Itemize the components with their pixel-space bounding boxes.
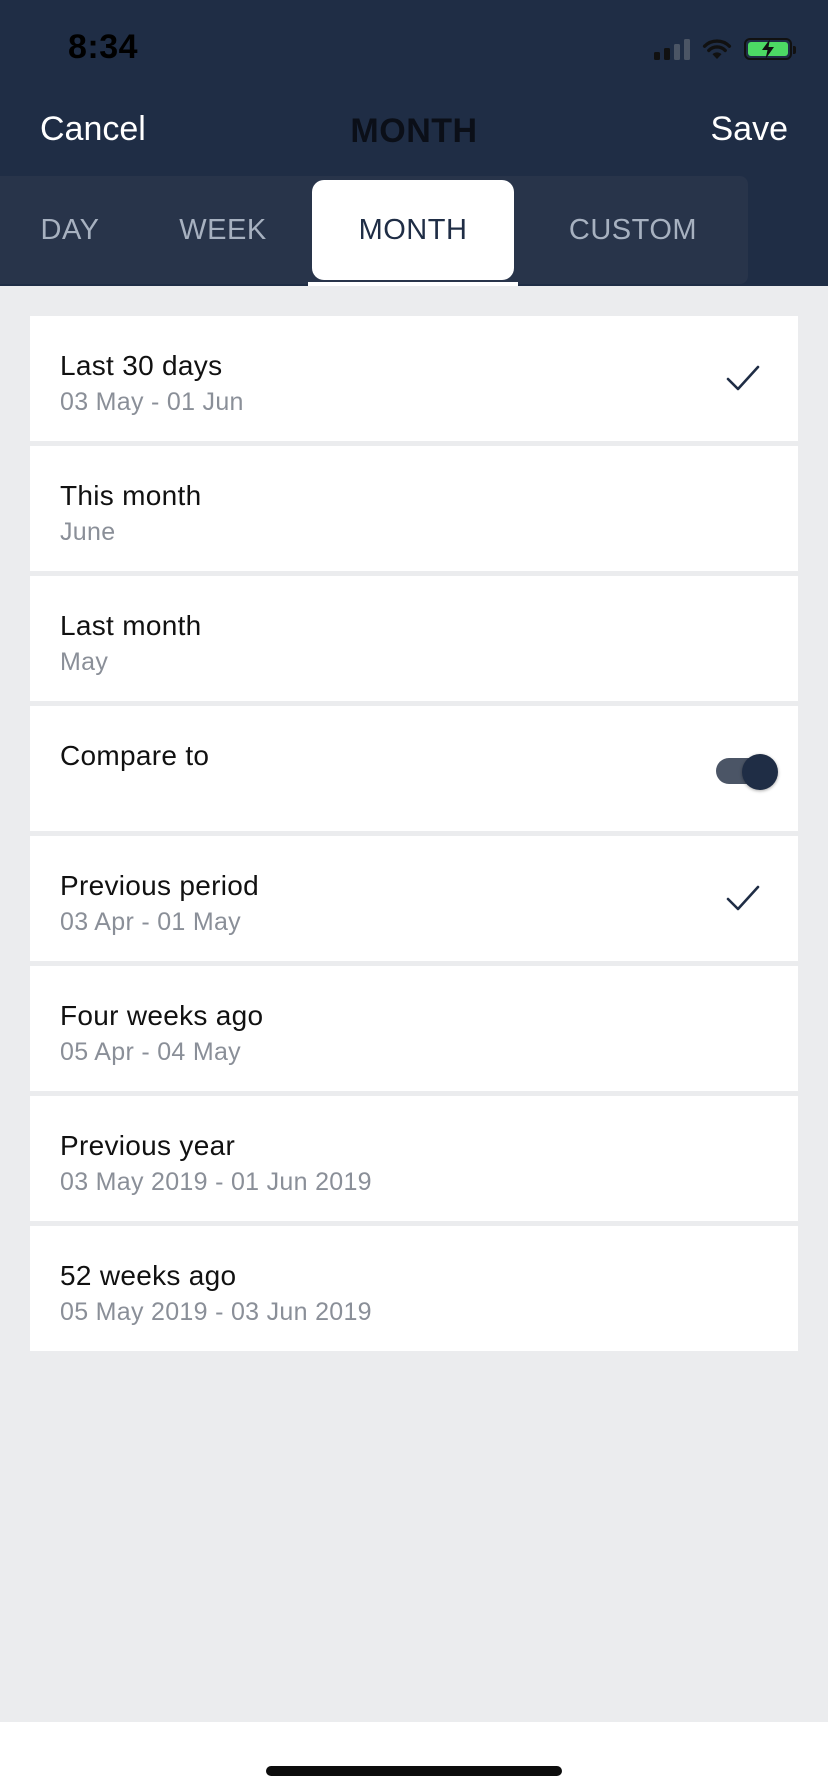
option-subtitle: 03 Apr - 01 May [60, 908, 241, 936]
option-title: Previous period [60, 870, 260, 901]
charging-bolt-icon [762, 39, 774, 59]
option-previous-period[interactable]: Previous period 03 Apr - 01 May [30, 836, 798, 961]
option-title: Last month [60, 610, 202, 641]
nav-bar: Cancel MONTH Save [0, 96, 828, 176]
option-four-weeks-ago[interactable]: Four weeks ago 05 Apr - 04 May [30, 966, 798, 1091]
battery-icon [744, 38, 796, 60]
option-subtitle: 03 May - 01 Jun [60, 388, 244, 416]
period-options-list: Last 30 days 03 May - 01 Jun This month … [30, 316, 798, 1356]
option-title: This month [60, 480, 202, 511]
wifi-icon [702, 39, 732, 59]
page-title: MONTH [350, 112, 478, 150]
option-52-weeks-ago[interactable]: 52 weeks ago 05 May 2019 - 03 Jun 2019 [30, 1226, 798, 1351]
option-last-30-days[interactable]: Last 30 days 03 May - 01 Jun [30, 316, 798, 441]
option-subtitle: 03 May 2019 - 01 Jun 2019 [60, 1168, 372, 1196]
checkmark-icon [726, 365, 760, 391]
active-tab-indicator [308, 282, 518, 286]
status-time: 8:34 [68, 28, 139, 66]
compare-to-row: Compare to [30, 706, 798, 831]
home-indicator[interactable] [266, 1766, 562, 1776]
toggle-knob [742, 754, 778, 790]
option-title: 52 weeks ago [60, 1260, 237, 1291]
option-subtitle: June [60, 518, 116, 546]
status-icons [654, 36, 796, 62]
option-previous-year[interactable]: Previous year 03 May 2019 - 01 Jun 2019 [30, 1096, 798, 1221]
header: 8:34 Cancel MONTH Save DAY WEEK MONTH CU… [0, 0, 828, 286]
compare-to-toggle[interactable] [716, 754, 780, 790]
checkmark-icon [726, 885, 760, 911]
option-subtitle: 05 May 2019 - 03 Jun 2019 [60, 1298, 372, 1326]
tab-day[interactable]: DAY [40, 176, 100, 284]
bottom-safe-area [0, 1722, 828, 1792]
tab-week[interactable]: WEEK [178, 176, 268, 284]
period-tabs: DAY WEEK MONTH CUSTOM [0, 176, 748, 284]
cellular-signal-icon [654, 38, 690, 60]
compare-to-label: Compare to [60, 740, 210, 771]
option-title: Previous year [60, 1130, 236, 1161]
save-button[interactable]: Save [711, 110, 789, 149]
tab-month[interactable]: MONTH [312, 180, 514, 280]
option-title: Last 30 days [60, 350, 223, 381]
option-this-month[interactable]: This month June [30, 446, 798, 571]
status-bar: 8:34 [0, 0, 828, 96]
tab-custom[interactable]: CUSTOM [568, 176, 698, 284]
option-last-month[interactable]: Last month May [30, 576, 798, 701]
option-subtitle: 05 Apr - 04 May [60, 1038, 241, 1066]
option-title: Four weeks ago [60, 1000, 264, 1031]
option-subtitle: May [60, 648, 109, 676]
